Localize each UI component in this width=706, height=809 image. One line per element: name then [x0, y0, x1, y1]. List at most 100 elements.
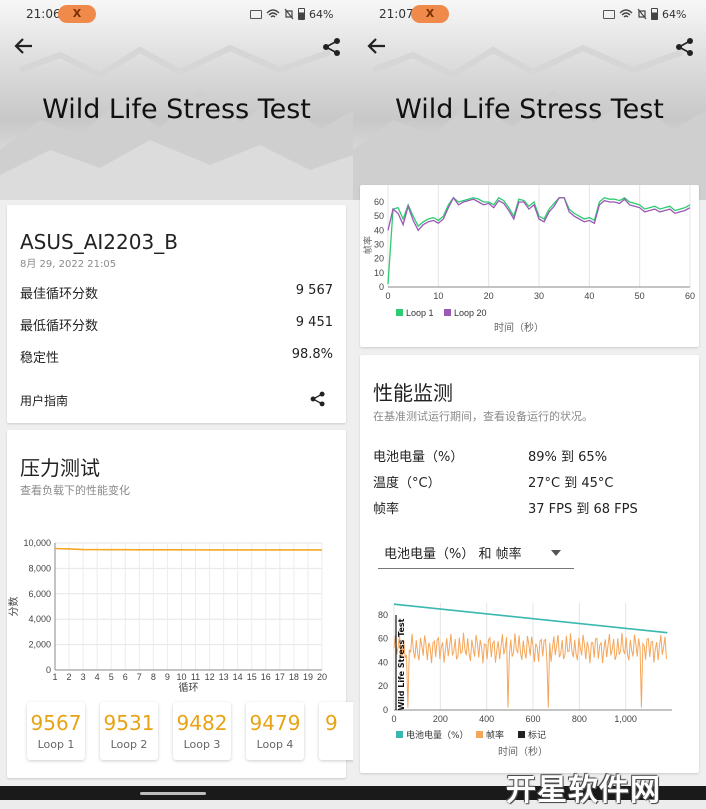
stress-title: 压力测试 [20, 456, 100, 480]
status-icons: 64% [603, 7, 693, 21]
test-date: 8月 29, 2022 21:05 [20, 259, 117, 270]
nfc-icon [603, 9, 615, 19]
x-tick-label: 9 [165, 672, 170, 682]
y-tick-label: 2,000 [28, 640, 51, 650]
legend-swatch [396, 309, 403, 316]
watermark: 开星软件网 [506, 773, 661, 808]
left-screen: 21:06 X 64% Wild Life Stress Test ASUS_A… [0, 0, 353, 800]
x-tick-label: 20 [317, 672, 327, 682]
y-tick-label: 20 [374, 254, 384, 264]
performance-monitor-card: 性能监测 在基准测试运行期间，查看设备运行的状况。 电池电量（%） 89% 到 … [360, 355, 699, 773]
x-tick-label: 7 [137, 672, 142, 682]
stat-label-best: 最佳循环分数 [20, 287, 99, 302]
y-tick-label: 60 [374, 197, 384, 207]
notification-badge: X [58, 5, 96, 23]
x-tick-label: 200 [433, 714, 448, 724]
x-tick-label: 13 [219, 672, 229, 682]
status-icons: 64% [250, 7, 340, 21]
y-tick-label: 30 [374, 240, 384, 250]
x-tick-label: 8 [151, 672, 156, 682]
right-screen: 21:07 X 64% Wild Life Stress Test 0 10 20 3… [353, 0, 706, 800]
loop-card[interactable]: 9531 Loop 2 [100, 702, 158, 760]
back-arrow-icon[interactable] [365, 36, 389, 56]
y-tick-label: 50 [374, 211, 384, 221]
y-axis-label: 帧率 [362, 236, 374, 254]
battery-icon [298, 8, 305, 20]
loop-score: 9479 [249, 711, 301, 735]
loop-score: 9567 [30, 711, 82, 735]
notification-badge: X [411, 5, 449, 23]
x-axis-label: 时间（秒） [494, 321, 544, 334]
loop-card[interactable]: 9567 Loop 1 [27, 702, 85, 760]
x-tick-label: 10 [433, 291, 443, 301]
metric-dropdown[interactable]: 电池电量（%） 和 帧率 [378, 543, 574, 569]
battery-line [393, 603, 668, 634]
battery-icon [651, 8, 658, 20]
status-bar: 21:07 X 64% [353, 0, 706, 28]
metric-label-battery: 电池电量（%） [373, 450, 464, 465]
stat-label-stability: 稳定性 [20, 351, 60, 366]
y-tick-label: 6,000 [28, 589, 51, 599]
x-tick-label: 10 [176, 672, 186, 682]
page-title: Wild Life Stress Test [395, 94, 664, 125]
loop-card[interactable]: 9 [319, 702, 353, 760]
metric-value-battery: 89% 到 65% [528, 450, 608, 465]
dropdown-arrow-icon [551, 550, 561, 556]
mute-icon [637, 8, 647, 20]
stat-value-stability: 98.8% [291, 347, 333, 362]
x-tick-label: 1 [52, 672, 57, 682]
stat-value-best: 9 567 [295, 283, 333, 298]
battery-fps-chart: 0204060800 200 400 600 800 1,000Wild Life Str… [378, 603, 672, 758]
share-icon[interactable] [309, 390, 327, 408]
legend-swatch [444, 309, 451, 316]
share-icon[interactable] [321, 36, 343, 58]
user-guide-link[interactable]: 用户指南 [20, 392, 68, 409]
loop-label: Loop 4 [256, 738, 294, 751]
status-time: 21:06 [26, 7, 61, 21]
score-line [54, 547, 322, 551]
battery-percent: 64% [309, 7, 334, 21]
loop-score: 9 [325, 711, 338, 735]
x-tick-label: 6 [123, 672, 128, 682]
battery-percent: 64% [662, 7, 687, 21]
result-card: ASUS_AI2203_B 8月 29, 2022 21:05 最佳循环分数 9… [7, 205, 346, 423]
y-tick-label: 0 [46, 665, 51, 675]
stress-subtitle: 查看负载下的性能变化 [20, 484, 130, 497]
loop-score: 9531 [103, 711, 155, 735]
y-tick-label: 40 [378, 657, 388, 667]
status-bar: 21:06 X 64% [0, 0, 353, 28]
loop-score: 9482 [176, 711, 228, 735]
y-tick-label: 80 [378, 610, 388, 620]
monitor-title: 性能监测 [373, 381, 453, 405]
mute-icon [284, 8, 294, 20]
legend-swatch [476, 731, 483, 738]
loop-label: Loop 2 [110, 738, 148, 751]
x-tick-label: 19 [303, 672, 313, 682]
share-icon[interactable] [674, 36, 696, 58]
status-time: 21:07 [379, 7, 414, 21]
metric-value-temperature: 27°C 到 45°C [528, 476, 614, 491]
loop-card[interactable]: 9482 Loop 3 [173, 702, 231, 760]
x-tick-label: 12 [205, 672, 215, 682]
legend-label: 电池电量（%） [406, 729, 469, 741]
stat-value-lowest: 9 451 [295, 315, 333, 330]
back-arrow-icon[interactable] [12, 36, 36, 56]
x-tick-label: 400 [479, 714, 494, 724]
loop-card[interactable]: 9479 Loop 4 [246, 702, 304, 760]
fps-chart: 0 10 20 30 40 50 60 0 10 20 30 40 50 60 帧率 Loop 1 Loop 2… [362, 185, 695, 334]
legend-label: 标记 [528, 729, 546, 741]
legend-label: Loop 1 [406, 308, 434, 318]
x-tick-label: 14 [233, 672, 243, 682]
y-axis-label: 分数 [7, 597, 20, 617]
nfc-icon [250, 9, 262, 19]
x-tick-label: 40 [584, 291, 594, 301]
metric-value-fps: 37 FPS 到 68 FPS [528, 502, 638, 517]
stat-label-lowest: 最低循环分数 [20, 319, 99, 334]
loop-label: Loop 1 [37, 738, 75, 751]
wifi-icon [266, 9, 280, 18]
legend-swatch [396, 731, 403, 738]
home-indicator[interactable] [140, 792, 206, 795]
y-tick-label: 0 [379, 282, 384, 292]
legend-label: Loop 20 [454, 308, 487, 318]
y-tick-label: 10 [374, 268, 384, 278]
